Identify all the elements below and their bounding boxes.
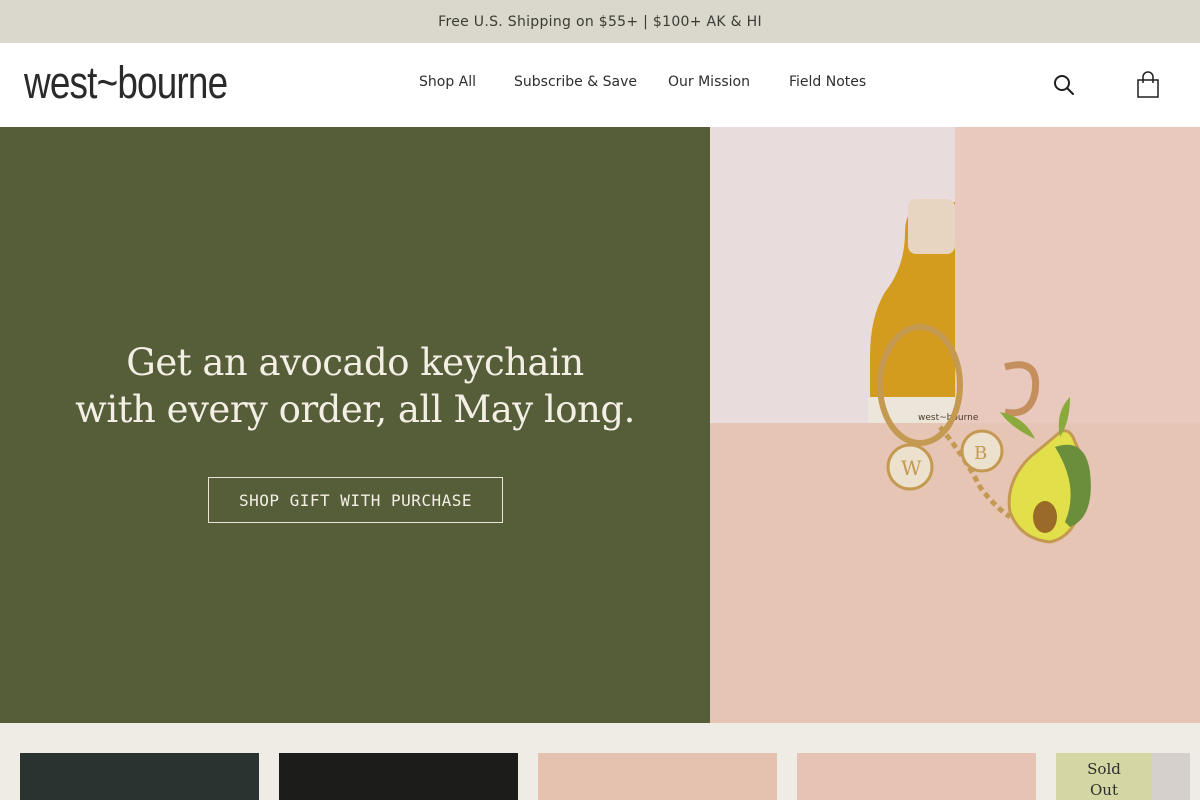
announcement-bar: Free U.S. Shipping on $55+ | $100+ AK & …	[0, 0, 1200, 43]
search-icon[interactable]	[1052, 73, 1076, 97]
hero-heading-line-1: Get an avocado keychain	[126, 341, 584, 384]
bottle-cork	[908, 199, 955, 254]
svg-text:W: W	[901, 456, 922, 480]
site-header: west~bourne Shop All Subscribe & Save Ou…	[0, 43, 1200, 127]
shop-gift-with-purchase-button[interactable]: SHOP GIFT WITH PURCHASE	[208, 477, 503, 523]
nav-our-mission[interactable]: Our Mission	[668, 74, 750, 90]
product-card[interactable]	[538, 753, 777, 800]
nav-field-notes[interactable]: Field Notes	[789, 74, 866, 90]
hero-heading-line-2: with every order, all May long.	[75, 388, 635, 431]
product-card[interactable]	[797, 753, 1036, 800]
sold-out-line-1: Sold	[1087, 760, 1121, 778]
sold-out-line-2: Out	[1090, 781, 1118, 799]
product-card[interactable]	[279, 753, 518, 800]
hero-promo-panel: Get an avocado keychain with every order…	[0, 127, 710, 723]
keychain-photo: west~bourne W B	[710, 127, 1200, 723]
shopping-bag-icon[interactable]	[1136, 71, 1160, 99]
nav-subscribe-save[interactable]: Subscribe & Save	[514, 74, 637, 90]
announcement-text: Free U.S. Shipping on $55+ | $100+ AK & …	[438, 13, 762, 30]
hero-heading: Get an avocado keychain with every order…	[0, 339, 710, 433]
sold-out-badge: Sold Out	[1056, 753, 1152, 800]
nav-shop-all[interactable]: Shop All	[419, 74, 476, 90]
product-card[interactable]	[1152, 753, 1190, 800]
svg-text:B: B	[974, 443, 987, 464]
hero-product-image: west~bourne W B	[710, 127, 1200, 723]
product-card[interactable]	[20, 753, 259, 800]
site-logo[interactable]: west~bourne	[24, 57, 228, 109]
product-grid-preview: Sold Out	[0, 723, 1200, 800]
